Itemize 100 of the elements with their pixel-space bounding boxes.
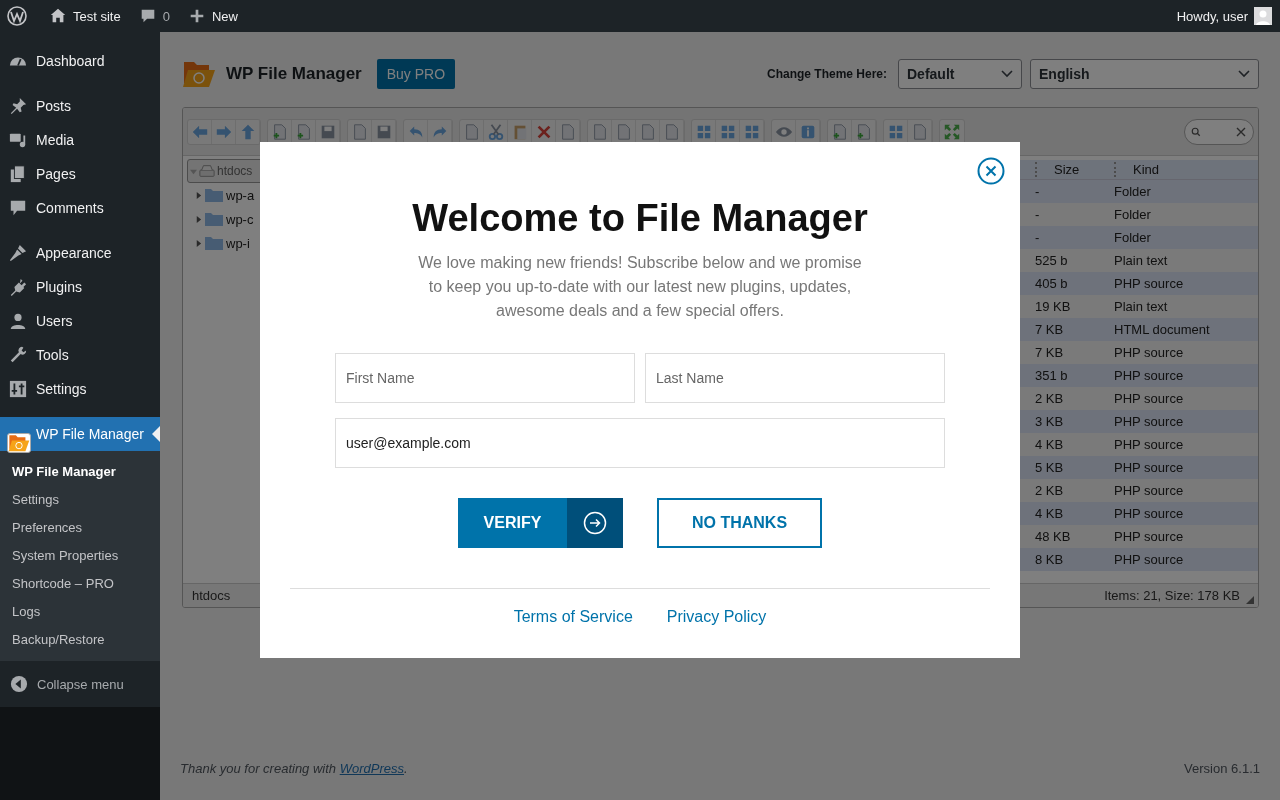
menu-item[interactable]: Media <box>0 123 160 157</box>
menu-item[interactable]: WP File Manager <box>0 417 160 451</box>
expand-arrows-icon <box>943 122 961 141</box>
size-cell-text: 351 b <box>1035 368 1069 383</box>
close-button[interactable] <box>977 157 1005 185</box>
kind-cell-text: PHP source <box>1114 506 1185 521</box>
size-cell-text: 525 b <box>1035 253 1069 268</box>
tree-item[interactable]: wp-c <box>187 207 382 231</box>
kind-cell-text: Plain text <box>1114 299 1169 314</box>
kind-cell-text: PHP source <box>1114 391 1185 406</box>
submenu-item[interactable]: Settings <box>0 486 160 514</box>
collapse-menu-button[interactable]: Collapse menu <box>0 661 160 707</box>
site-link[interactable]: Test site <box>40 0 130 32</box>
submenu-item[interactable]: System Properties <box>0 542 160 570</box>
kind-cell-text: PHP source <box>1114 529 1185 544</box>
kind-cell-text: Folder <box>1114 230 1152 245</box>
size-cell-text: 405 b <box>1035 276 1069 291</box>
pushpin-icon <box>9 97 27 115</box>
size-cell-text: - <box>1035 207 1041 222</box>
folder-logo-icon <box>182 60 216 88</box>
circle-logo-icon[interactable] <box>7 6 27 26</box>
size-cell-text: - <box>1035 230 1041 245</box>
version-text: Version 6.1.1 <box>1184 761 1260 776</box>
size-cell-text: 4 KB <box>1035 437 1065 452</box>
close-icon <box>977 157 1005 185</box>
kind-cell-text: PHP source <box>1114 483 1185 498</box>
kind-cell-text: PHP source <box>1114 460 1185 475</box>
size-cell-text: 3 KB <box>1035 414 1065 429</box>
tree-item[interactable]: wp-i <box>187 231 382 255</box>
folder-icon <box>7 433 31 453</box>
menu-item[interactable]: Pages <box>0 157 160 191</box>
verify-button[interactable]: VERIFY <box>458 498 623 548</box>
search-field[interactable] <box>1184 118 1254 145</box>
language-select[interactable]: English <box>1030 59 1259 89</box>
policy-link[interactable]: Terms of Service <box>513 608 633 626</box>
kind-cell-text: PHP source <box>1114 414 1185 429</box>
comments-link[interactable]: 0 <box>129 0 179 32</box>
close-icon[interactable] <box>1235 125 1247 138</box>
size-cell-text: 5 KB <box>1035 460 1065 475</box>
caret-right-icon <box>195 215 202 223</box>
new-link[interactable]: New <box>178 0 247 32</box>
hard-drive-icon <box>199 164 215 178</box>
folder-summary: Items: 21, Size: 178 KB <box>1104 588 1240 603</box>
resize-grip-icon <box>1246 595 1254 604</box>
name-field[interactable]: Last Name <box>645 353 945 403</box>
name-field[interactable]: First Name <box>335 353 635 403</box>
size-cell-text: 7 KB <box>1035 322 1065 337</box>
page-title: WP File Manager <box>226 64 362 84</box>
menu-item[interactable]: Dashboard <box>0 44 160 78</box>
kind-cell-text: PHP source <box>1114 276 1185 291</box>
kind-cell-text: Plain text <box>1114 253 1169 268</box>
folder-icon <box>205 236 223 250</box>
column-header[interactable]: Size <box>1035 162 1114 177</box>
tree-item[interactable]: wp-a <box>187 183 382 207</box>
sliders-icon <box>9 380 27 398</box>
menu-item[interactable]: Settings <box>0 372 160 406</box>
arrow-circle-icon <box>583 511 607 535</box>
no-thanks-button[interactable]: NO THANKS <box>657 498 822 548</box>
chevron-down-icon <box>1238 70 1250 78</box>
submenu-item[interactable]: WP File Manager <box>0 458 160 486</box>
menu-item[interactable]: Plugins <box>0 270 160 304</box>
documents-icon <box>9 165 27 183</box>
search-icon <box>1191 126 1201 137</box>
camera-icon <box>9 131 27 149</box>
column-header[interactable]: Kind <box>1114 162 1258 177</box>
kind-cell-text: Folder <box>1114 184 1152 199</box>
size-cell-text: 48 KB <box>1035 529 1072 544</box>
footer-credit: Thank you for creating with WordPress. <box>180 761 408 776</box>
plug-icon <box>9 278 27 296</box>
kind-cell-text: Folder <box>1114 207 1152 222</box>
policy-link[interactable]: Privacy Policy <box>666 608 767 626</box>
kind-cell-text: PHP source <box>1114 368 1185 383</box>
size-cell-text: 8 KB <box>1035 552 1065 567</box>
menu-item[interactable]: Appearance <box>0 236 160 270</box>
menu-item[interactable]: Users <box>0 304 160 338</box>
pointer-arrow-icon <box>152 426 160 442</box>
chevron-down-icon <box>1001 70 1013 78</box>
submenu-item[interactable]: Preferences <box>0 514 160 542</box>
submenu-item[interactable]: Shortcode – PRO <box>0 570 160 598</box>
kind-cell-text: PHP source <box>1114 345 1185 360</box>
caret-right-icon <box>195 191 202 199</box>
scissors-icon <box>486 122 505 141</box>
account-link[interactable]: Howdy, user <box>1167 0 1280 32</box>
submenu-item[interactable]: Backup/Restore <box>0 626 160 654</box>
caret-down-icon <box>190 167 197 175</box>
size-cell-text: 2 KB <box>1035 391 1065 406</box>
kind-cell-text: PHP source <box>1114 552 1185 567</box>
size-cell-text: 4 KB <box>1035 506 1065 521</box>
menu-item[interactable]: Tools <box>0 338 160 372</box>
speech-bubble-icon <box>9 199 27 217</box>
menu-item[interactable]: Comments <box>0 191 160 225</box>
submenu-item[interactable]: Logs <box>0 598 160 626</box>
email-field[interactable]: user@example.com <box>335 418 945 468</box>
home-icon <box>49 7 67 25</box>
toolbar-button[interactable] <box>939 118 965 145</box>
menu-item[interactable]: Posts <box>0 89 160 123</box>
size-cell-text: 19 KB <box>1035 299 1072 314</box>
kind-cell-text: HTML document <box>1114 322 1211 337</box>
size-cell-text: 2 KB <box>1035 483 1065 498</box>
theme-select[interactable]: Default <box>898 59 1022 89</box>
